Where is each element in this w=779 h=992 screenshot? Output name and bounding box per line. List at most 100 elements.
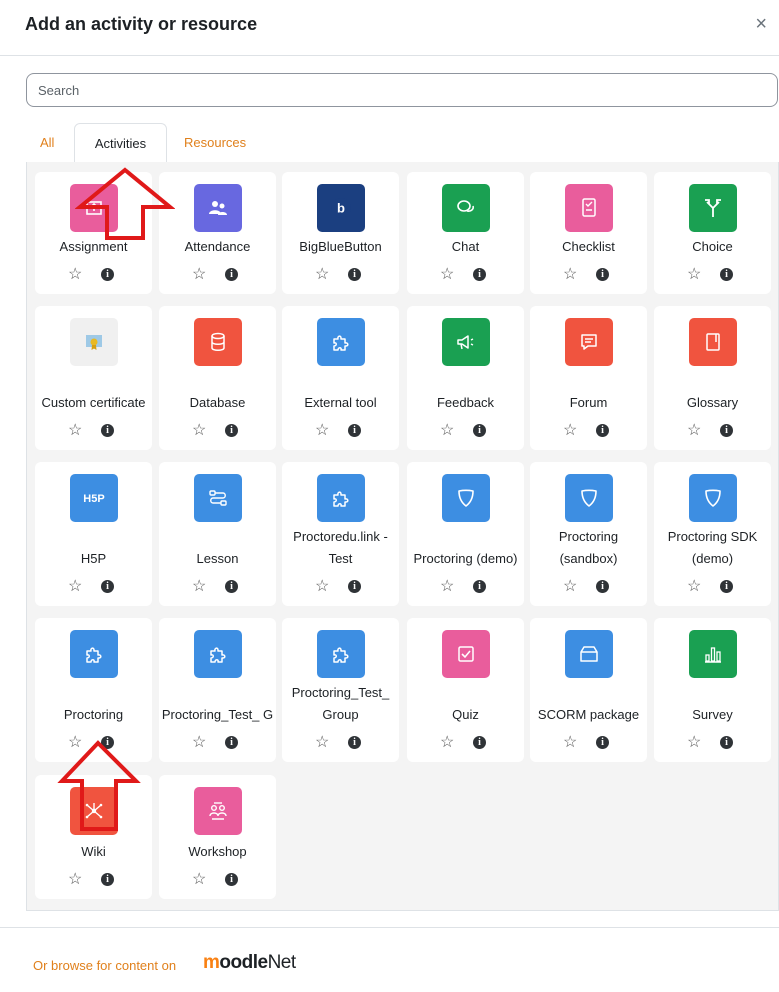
tab-resources[interactable]: Resources (184, 123, 246, 163)
info-icon[interactable]: i (720, 268, 733, 281)
activity-card[interactable]: H5P H5P ☆ i (35, 462, 152, 606)
activity-card[interactable]: Lesson ☆ i (159, 462, 276, 606)
info-icon[interactable]: i (101, 580, 114, 593)
star-icon[interactable]: ☆ (192, 576, 206, 596)
activity-card[interactable]: External tool ☆ i (282, 306, 399, 450)
star-icon[interactable]: ☆ (192, 420, 206, 440)
database-icon (194, 318, 242, 366)
star-icon[interactable]: ☆ (192, 732, 206, 752)
info-icon[interactable]: i (596, 580, 609, 593)
activity-card[interactable]: Checklist ☆ i (530, 172, 647, 294)
star-icon[interactable]: ☆ (68, 576, 82, 596)
activity-card[interactable]: Proctoring (demo) ☆ i (407, 462, 524, 606)
info-icon[interactable]: i (473, 736, 486, 749)
star-icon[interactable]: ☆ (563, 576, 577, 596)
activity-card[interactable]: Workshop ☆ i (159, 775, 276, 899)
lesson-icon (194, 474, 242, 522)
activity-label: Survey (692, 707, 733, 722)
activity-card[interactable]: Proctoredu.link - Test ☆ i (282, 462, 399, 606)
activity-card[interactable]: Chat ☆ i (407, 172, 524, 294)
info-icon[interactable]: i (101, 424, 114, 437)
choice-icon (689, 184, 737, 232)
activity-label: Glossary (686, 395, 739, 410)
star-icon[interactable]: ☆ (687, 576, 701, 596)
activity-card[interactable]: Proctoring ☆ i (35, 618, 152, 762)
activity-card[interactable]: Glossary ☆ i (654, 306, 771, 450)
bigbluebutton-icon: b (317, 184, 365, 232)
star-icon[interactable]: ☆ (315, 420, 329, 440)
activity-label: Assignment (59, 239, 128, 254)
activity-card[interactable]: Proctoring (sandbox) ☆ i (530, 462, 647, 606)
activity-label: Choice (692, 239, 733, 254)
star-icon[interactable]: ☆ (68, 869, 82, 889)
info-icon[interactable]: i (101, 736, 114, 749)
close-button[interactable]: × (755, 14, 767, 34)
activity-label: Proctoring_Test_ G (161, 707, 274, 722)
star-icon[interactable]: ☆ (192, 264, 206, 284)
info-icon[interactable]: i (225, 873, 238, 886)
info-icon[interactable]: i (348, 580, 361, 593)
star-icon[interactable]: ☆ (315, 264, 329, 284)
info-icon[interactable]: i (225, 736, 238, 749)
info-icon[interactable]: i (473, 268, 486, 281)
activity-card[interactable]: Proctoring SDK (demo) ☆ i (654, 462, 771, 606)
modal-header: Add an activity or resource × (0, 0, 779, 56)
info-icon[interactable]: i (348, 268, 361, 281)
search-input[interactable] (26, 73, 778, 107)
tab-activities[interactable]: Activities (74, 123, 167, 164)
star-icon[interactable]: ☆ (687, 420, 701, 440)
info-icon[interactable]: i (596, 424, 609, 437)
info-icon[interactable]: i (473, 580, 486, 593)
activity-card[interactable]: Survey ☆ i (654, 618, 771, 762)
info-icon[interactable]: i (101, 873, 114, 886)
info-icon[interactable]: i (720, 580, 733, 593)
info-icon[interactable]: i (101, 268, 114, 281)
activity-card[interactable]: Database ☆ i (159, 306, 276, 450)
activity-label: Database (189, 395, 246, 410)
info-icon[interactable]: i (473, 424, 486, 437)
star-icon[interactable]: ☆ (68, 732, 82, 752)
activity-card[interactable]: Wiki ☆ i (35, 775, 152, 899)
activity-card[interactable]: Proctoring_Test_ G ☆ i (159, 618, 276, 762)
star-icon[interactable]: ☆ (563, 264, 577, 284)
info-icon[interactable]: i (596, 268, 609, 281)
star-icon[interactable]: ☆ (440, 576, 454, 596)
info-icon[interactable]: i (225, 580, 238, 593)
activity-card[interactable]: Proctoring_Test_ Group ☆ i (282, 618, 399, 762)
browse-moodlenet-link[interactable]: Or browse for content on (33, 958, 176, 973)
activity-card[interactable]: SCORM package ☆ i (530, 618, 647, 762)
activity-label: Proctoring (sandbox) (558, 529, 619, 566)
moodlenet-logo[interactable]: moodleNet (203, 952, 296, 974)
activity-label: Quiz (452, 707, 479, 722)
activity-card[interactable]: b BigBlueButton ☆ i (282, 172, 399, 294)
activity-card[interactable]: Choice ☆ i (654, 172, 771, 294)
activity-card[interactable]: Attendance ☆ i (159, 172, 276, 294)
activity-grid: Assignment ☆ i Attendance ☆ i b BigBlueButton ☆ i… (26, 162, 779, 911)
star-icon[interactable]: ☆ (563, 732, 577, 752)
info-icon[interactable]: i (348, 736, 361, 749)
activity-card[interactable]: Custom certificate ☆ i (35, 306, 152, 450)
star-icon[interactable]: ☆ (68, 264, 82, 284)
star-icon[interactable]: ☆ (563, 420, 577, 440)
activity-label: Lesson (196, 551, 239, 566)
star-icon[interactable]: ☆ (315, 732, 329, 752)
info-icon[interactable]: i (596, 736, 609, 749)
activity-card[interactable]: Quiz ☆ i (407, 618, 524, 762)
info-icon[interactable]: i (348, 424, 361, 437)
star-icon[interactable]: ☆ (440, 420, 454, 440)
info-icon[interactable]: i (225, 268, 238, 281)
star-icon[interactable]: ☆ (315, 576, 329, 596)
star-icon[interactable]: ☆ (68, 420, 82, 440)
activity-card[interactable]: Feedback ☆ i (407, 306, 524, 450)
info-icon[interactable]: i (720, 424, 733, 437)
star-icon[interactable]: ☆ (192, 869, 206, 889)
info-icon[interactable]: i (720, 736, 733, 749)
tab-all[interactable]: All (40, 123, 54, 163)
activity-card[interactable]: Assignment ☆ i (35, 172, 152, 294)
star-icon[interactable]: ☆ (440, 264, 454, 284)
star-icon[interactable]: ☆ (687, 732, 701, 752)
info-icon[interactable]: i (225, 424, 238, 437)
activity-card[interactable]: Forum ☆ i (530, 306, 647, 450)
star-icon[interactable]: ☆ (687, 264, 701, 284)
star-icon[interactable]: ☆ (440, 732, 454, 752)
